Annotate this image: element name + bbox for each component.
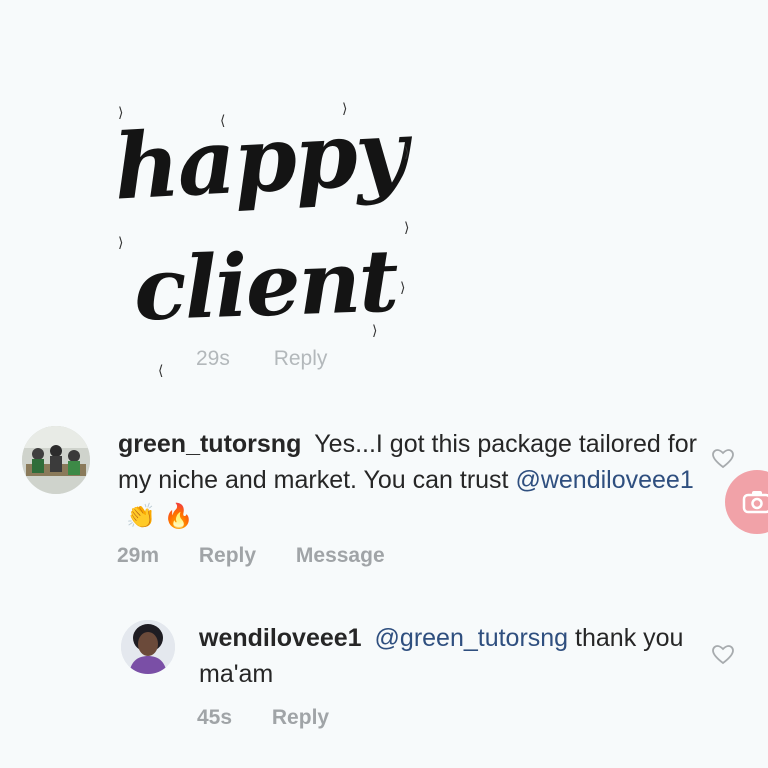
sparkle-icon: ⟩	[118, 105, 124, 121]
reply-button[interactable]: Reply	[274, 347, 328, 370]
lettering-client: client	[132, 230, 399, 341]
comment-time: 29m	[117, 544, 160, 567]
comment-meta: 45s Reply	[197, 706, 363, 730]
sparkle-icon: ⟨	[220, 113, 226, 129]
sparkle-icon: ⟩	[118, 235, 124, 251]
comment-username[interactable]: green_tutorsng	[118, 430, 308, 458]
comment-item: wendiloveee1 @green_tutorsng thank you m…	[121, 620, 701, 692]
comment-meta: 29m Reply Message	[117, 544, 419, 568]
sparkle-icon: ⟨	[158, 363, 164, 379]
heart-icon[interactable]	[711, 447, 735, 471]
comment-time: 45s	[197, 706, 233, 729]
comment-item: green_tutorsng Yes...I got this package …	[22, 426, 702, 534]
message-button[interactable]: Message	[296, 544, 385, 567]
comment-body: green_tutorsng Yes...I got this package …	[118, 426, 702, 534]
comment-mention[interactable]: @green_tutorsng	[375, 624, 569, 652]
lettering-happy: happy	[111, 99, 409, 221]
camera-button[interactable]	[725, 470, 768, 534]
reply-button[interactable]: Reply	[272, 706, 329, 729]
hidden-comment-meta: 29s Reply	[196, 347, 365, 371]
clapping-hands-icon: 👏	[126, 502, 156, 530]
sparkle-icon: ⟩	[372, 323, 378, 339]
comment-time: 29s	[196, 347, 230, 370]
fire-icon: 🔥	[163, 502, 194, 530]
camera-icon	[742, 491, 768, 514]
avatar[interactable]	[121, 620, 175, 674]
comment-body: wendiloveee1 @green_tutorsng thank you m…	[199, 620, 701, 692]
avatar[interactable]	[22, 426, 90, 494]
reply-button[interactable]: Reply	[199, 544, 256, 567]
sparkle-icon: ⟩	[404, 220, 410, 236]
heart-icon[interactable]	[711, 643, 735, 667]
comment-username[interactable]: wendiloveee1	[199, 624, 369, 652]
comment-mention[interactable]: @wendiloveee1	[515, 466, 693, 494]
sparkle-icon: ⟩	[400, 280, 406, 296]
sparkle-icon: ⟩	[404, 145, 410, 161]
sparkle-icon: ⟩	[342, 101, 348, 117]
